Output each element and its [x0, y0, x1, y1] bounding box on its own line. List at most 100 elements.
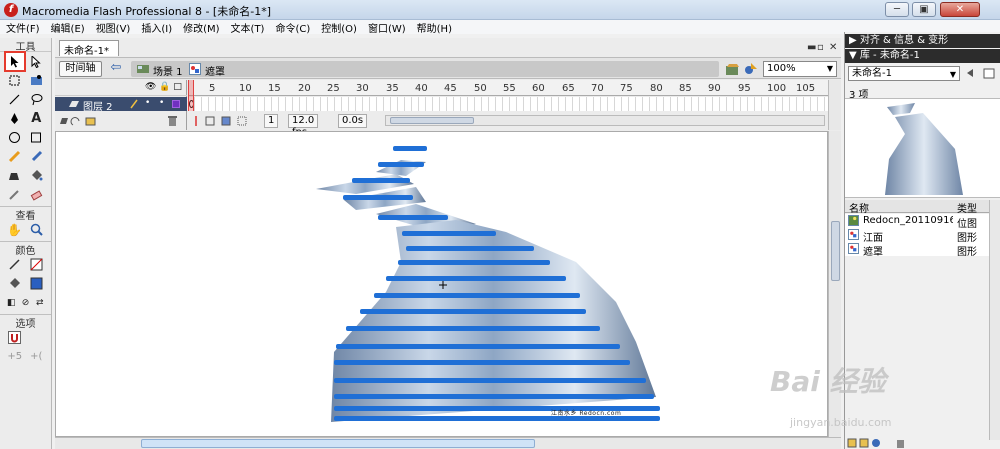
smooth-icon[interactable]: +5: [6, 348, 24, 365]
timeline-hscrollbar[interactable]: [385, 115, 825, 126]
fill-transform-tool-icon[interactable]: [27, 72, 45, 89]
pencil-tool-icon[interactable]: [6, 148, 24, 165]
oval-tool-icon[interactable]: [6, 129, 24, 146]
stroke-color-icon[interactable]: [6, 256, 24, 273]
chevron-down-icon: ▼: [826, 64, 833, 73]
toolbox-view-label: 查看: [0, 206, 51, 222]
subselection-tool-icon[interactable]: [27, 53, 45, 70]
frame-tick-label: 70: [591, 83, 604, 94]
align-panel-header[interactable]: ▶ 对齐 & 信息 & 变形: [845, 34, 1000, 48]
eraser-tool-icon[interactable]: [27, 186, 45, 203]
zoom-value: 100%: [767, 63, 796, 74]
no-color-icon[interactable]: ⊘: [18, 294, 32, 311]
library-pin-icons[interactable]: [965, 67, 997, 80]
pen-tool-icon[interactable]: [6, 110, 24, 127]
stage-hscrollbar[interactable]: [55, 437, 841, 449]
edit-symbols-icon[interactable]: [743, 61, 759, 77]
document-tab[interactable]: 未命名-1*: [59, 40, 119, 57]
frames-row[interactable]: [188, 97, 828, 111]
paint-bucket-tool-icon[interactable]: [27, 167, 45, 184]
onion-skin-icons[interactable]: [190, 114, 260, 128]
layer-add-icons[interactable]: [59, 115, 97, 127]
library-col-name[interactable]: 名称: [849, 200, 869, 215]
elapsed-time-field: 0.0s: [338, 114, 368, 128]
stage-canvas[interactable]: 江南水乡 Redocn.com: [55, 131, 828, 437]
zoom-tool-icon[interactable]: [27, 221, 45, 238]
menu-text[interactable]: 文本(T): [231, 20, 265, 35]
menu-insert[interactable]: 插入(I): [141, 20, 172, 35]
layer-outline-swatch[interactable]: [172, 100, 180, 108]
eyedropper-tool-icon[interactable]: [6, 186, 24, 203]
timeline-panel: 👁 🔒 □ 图层 2 • • 5 10 15 20 25 30 35 40 45 50 55 60 65…: [55, 80, 841, 138]
text-tool-icon[interactable]: A: [27, 110, 45, 127]
library-item[interactable]: 遮罩 图形: [845, 242, 989, 258]
library-table-header: 名称 类型: [845, 200, 989, 215]
free-transform-tool-icon[interactable]: [6, 72, 24, 89]
flash-app-icon: f: [4, 3, 18, 17]
breadcrumb-symbol[interactable]: 遮罩: [205, 63, 225, 78]
hand-tool-icon[interactable]: ✋: [6, 221, 24, 238]
library-item[interactable]: Redocn_201109162... 位图: [845, 214, 989, 230]
layer-visible-dot[interactable]: •: [145, 98, 150, 108]
layer-lock-dot[interactable]: •: [159, 98, 164, 108]
library-item-name: 遮罩: [863, 247, 883, 258]
timeline-vscrollbar[interactable]: [828, 80, 841, 130]
menu-window[interactable]: 窗口(W): [368, 20, 406, 35]
breadcrumb-scene[interactable]: 场景 1: [153, 63, 183, 78]
library-preview: [845, 98, 1000, 198]
frame-ruler[interactable]: 5 10 15 20 25 30 35 40 45 50 55 60 65 70 75 80 85 90 95 100…: [188, 80, 828, 96]
document-minimize-icon[interactable]: ▬: [807, 42, 816, 53]
stage-vscroll-thumb[interactable]: [831, 221, 840, 281]
close-button[interactable]: ✕: [940, 2, 980, 17]
playhead[interactable]: [188, 80, 194, 111]
frame-tick-label: 90: [708, 83, 721, 94]
maximize-button[interactable]: ▣: [912, 2, 936, 17]
library-footer-icons[interactable]: [847, 437, 917, 449]
straighten-icon[interactable]: +(: [27, 348, 45, 365]
document-close-icon[interactable]: ✕: [829, 42, 837, 53]
layer-row[interactable]: 图层 2 • •: [55, 97, 187, 113]
library-item[interactable]: 江面 图形: [845, 228, 989, 244]
minimize-button[interactable]: ─: [885, 2, 909, 17]
library-panel-header[interactable]: ▼ 库 - 未命名-1: [845, 49, 1000, 63]
back-arrow-icon[interactable]: ⇦: [107, 61, 125, 77]
brush-tool-icon[interactable]: [27, 148, 45, 165]
frame-tick-label: 65: [562, 83, 575, 94]
rectangle-tool-icon[interactable]: [27, 129, 45, 146]
swap-colors-icon[interactable]: ⇄: [33, 294, 47, 311]
snap-magnet-icon[interactable]: [6, 329, 24, 346]
document-restore-icon[interactable]: ▫: [817, 42, 824, 53]
timeline-hscroll-thumb[interactable]: [390, 117, 474, 124]
fill-color-swatch[interactable]: [27, 275, 45, 292]
lasso-tool-icon[interactable]: [27, 91, 45, 108]
ink-bottle-tool-icon[interactable]: [6, 167, 24, 184]
fps-field[interactable]: 12.0 fps: [288, 114, 319, 138]
stroke-color-swatch[interactable]: [27, 256, 45, 273]
menu-file[interactable]: 文件(F): [6, 20, 40, 35]
timeline-toggle-button[interactable]: 时间轴: [59, 61, 102, 77]
fill-color-icon[interactable]: [6, 275, 24, 292]
black-white-icon[interactable]: ◧: [4, 294, 18, 311]
trash-icon[interactable]: [167, 115, 178, 127]
line-tool-icon[interactable]: [6, 91, 24, 108]
chevron-down-icon: ▼: [949, 70, 956, 79]
pencil-icon: [130, 99, 138, 109]
layer-header-icons[interactable]: 👁 🔒 □: [145, 82, 182, 92]
menu-modify[interactable]: 修改(M): [183, 20, 219, 35]
library-col-type[interactable]: 类型: [957, 200, 977, 215]
menu-control[interactable]: 控制(O): [321, 20, 357, 35]
menu-help[interactable]: 帮助(H): [417, 20, 452, 35]
frame-tick-label: 50: [474, 83, 487, 94]
menu-view[interactable]: 视图(V): [96, 20, 131, 35]
edit-scene-icon[interactable]: [725, 61, 741, 77]
menu-edit[interactable]: 编辑(E): [51, 20, 85, 35]
frame-tick-label: 95: [738, 83, 751, 94]
layer-name[interactable]: 图层 2: [83, 98, 113, 113]
frame-tick-label: 75: [620, 83, 633, 94]
selection-tool-icon[interactable]: [3, 51, 26, 72]
window-title: Macromedia Flash Professional 8 - [未命名-1…: [22, 5, 271, 18]
zoom-select[interactable]: 100% ▼: [763, 61, 837, 77]
menu-commands[interactable]: 命令(C): [275, 20, 310, 35]
library-select[interactable]: 未命名-1 ▼: [848, 66, 960, 81]
stage-hscroll-thumb[interactable]: [141, 439, 535, 448]
